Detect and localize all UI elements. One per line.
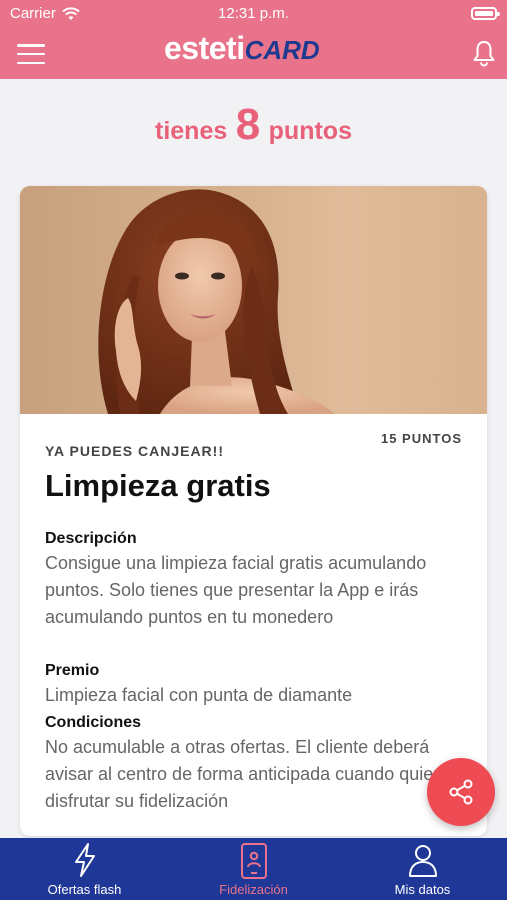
woman-portrait-illustration: [98, 189, 335, 414]
tab-mis-datos[interactable]: Mis datos: [338, 838, 507, 900]
share-icon: [449, 779, 473, 805]
points-prefix: tienes: [155, 117, 228, 145]
hamburger-menu-button[interactable]: [17, 44, 45, 64]
prize-label: Premio: [45, 662, 100, 679]
status-time: 12:31 p.m.: [218, 5, 289, 22]
prize-section: Premio Limpieza facial con punta de diam…: [45, 660, 465, 709]
hamburger-line: [17, 61, 45, 64]
description-text: Consigue una limpieza facial gratis acum…: [45, 553, 427, 627]
tab-label: Fidelización: [219, 882, 288, 897]
points-value: 8: [235, 100, 261, 149]
battery-icon: [471, 7, 500, 20]
description-section: Descripción Consigue una limpieza facial…: [45, 528, 465, 631]
tab-ofertas-flash[interactable]: Ofertas flash: [0, 838, 169, 900]
tab-label: Mis datos: [394, 882, 451, 897]
offer-hero-image: [20, 186, 487, 414]
hamburger-line: [17, 44, 45, 47]
lightning-icon: [74, 843, 95, 877]
conditions-text: No acumulable a otras ofertas. El client…: [45, 737, 450, 811]
bottom-tab-bar: Ofertas flash Fidelización Mis datos: [0, 838, 507, 900]
points-summary: tienes 8 puntos: [0, 100, 507, 150]
status-bar: Carrier 12:31 p.m.: [0, 0, 507, 28]
share-button[interactable]: [427, 758, 495, 826]
app-logo: esteti CARD: [164, 30, 344, 70]
offer-points-cost: 15 PUNTOS: [380, 431, 462, 446]
phone-badge-icon: [240, 843, 267, 879]
points-suffix: puntos: [268, 117, 352, 145]
user-icon: [408, 845, 437, 877]
app-header: esteti CARD: [0, 28, 507, 79]
conditions-label: Condiciones: [45, 714, 142, 731]
offer-status: YA PUEDES CANJEAR!!: [45, 443, 224, 459]
bell-icon[interactable]: [469, 38, 499, 68]
logo-part-1: esteti: [164, 30, 245, 66]
tab-label: Ofertas flash: [47, 882, 122, 897]
conditions-section: Condiciones No acumulable a otras oferta…: [45, 712, 465, 815]
hamburger-line: [17, 52, 45, 56]
logo-part-2: CARD: [244, 35, 320, 65]
offer-card[interactable]: 15 PUNTOS YA PUEDES CANJEAR!! Limpieza g…: [20, 186, 487, 836]
tab-fidelizacion[interactable]: Fidelización: [169, 838, 338, 900]
description-label: Descripción: [45, 530, 137, 547]
offer-title: Limpieza gratis: [45, 468, 271, 503]
prize-text: Limpieza facial con punta de diamante: [45, 685, 353, 705]
